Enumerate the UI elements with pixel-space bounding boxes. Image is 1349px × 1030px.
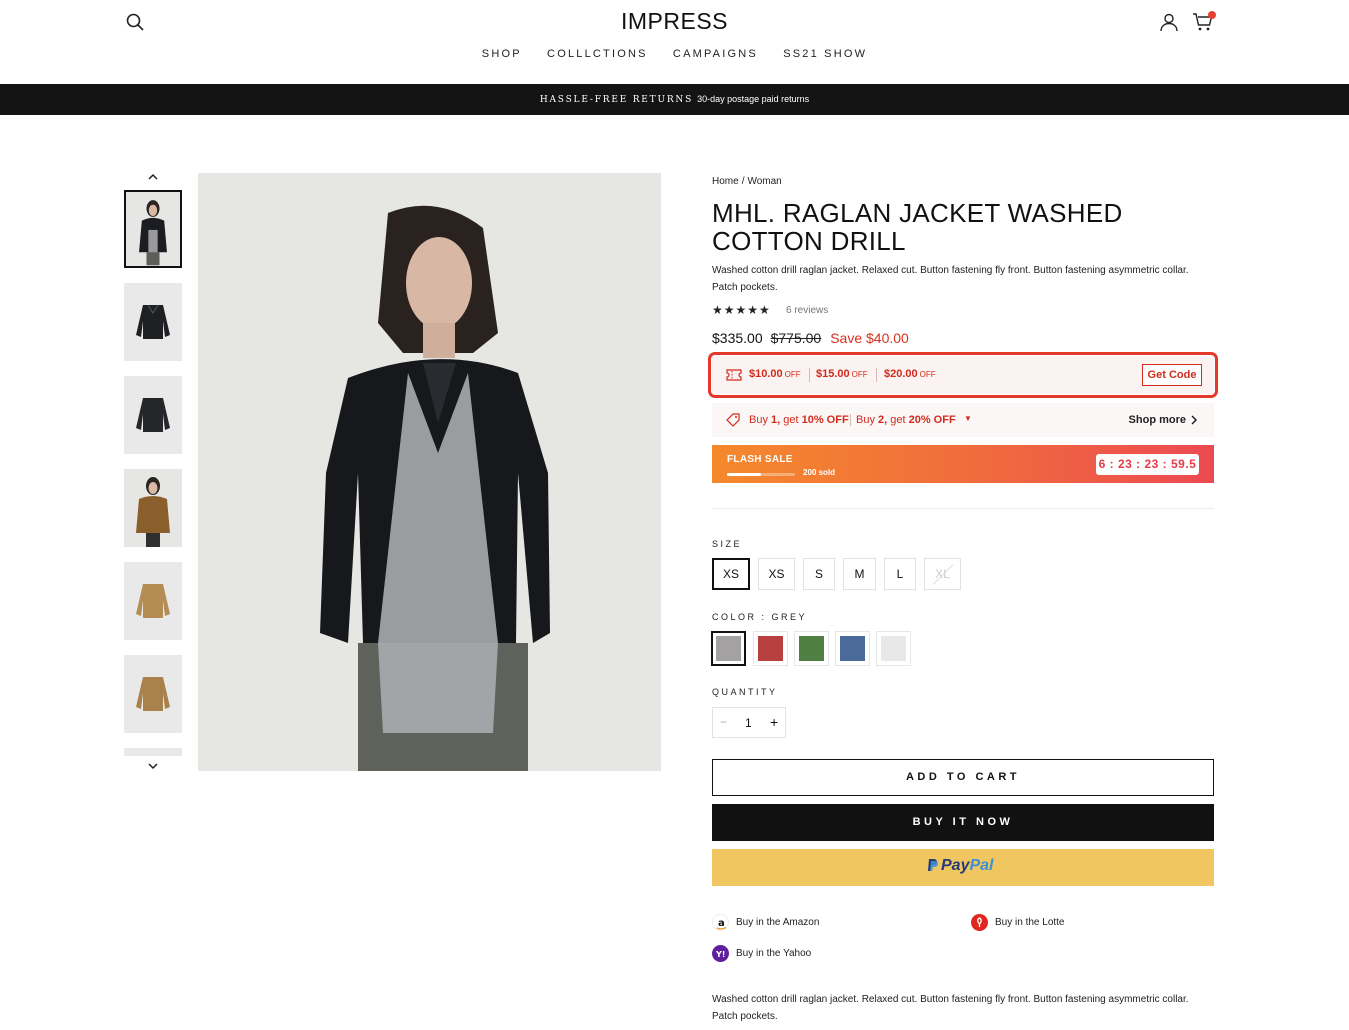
chevron-up-icon[interactable]	[146, 171, 160, 183]
compare-price: $775.00	[770, 330, 822, 346]
color-swatch-green[interactable]	[794, 631, 829, 666]
current-price: $335.00	[712, 330, 763, 346]
nav-shop[interactable]: SHOP	[482, 48, 522, 60]
announcement-text: 30-day postage paid returns	[697, 94, 810, 104]
announcement-bar: HASSLE-FREE RETURNS 30-day postage paid r…	[0, 84, 1349, 115]
breadcrumb: Home / Woman	[712, 176, 785, 187]
product-description: Washed cotton drill raglan jacket. Relax…	[712, 265, 1189, 293]
paypal-word-pal: Pal	[969, 857, 994, 874]
bundle-offer-bar: Buy 1, get 10% OFF Buy 2, get 20% OFF ▼ …	[712, 403, 1214, 437]
breadcrumb-separator: /	[741, 176, 745, 187]
bundle-offer-1-text: get	[780, 414, 802, 426]
caret-down-icon[interactable]: ▼	[964, 414, 972, 423]
main-nav: SHOP COLLLCTIONS CAMPAIGNS SS21 SHOW	[0, 48, 1349, 60]
quantity-increase-button[interactable]: +	[770, 714, 778, 730]
product-title: MHL. RAGLAN JACKET WASHED COTTON DRILL	[712, 198, 1123, 256]
nav-collections[interactable]: COLLLCTIONS	[547, 48, 648, 60]
color-label: COLOR : GREY	[712, 612, 808, 622]
paypal-button[interactable]: PayPal	[712, 849, 1214, 886]
color-swatch-fill	[716, 636, 741, 661]
quantity-label: QUANTITY	[712, 687, 778, 697]
nav-campaigns[interactable]: CAMPAIGNS	[673, 48, 758, 60]
bundle-offer-1[interactable]: Buy 1, get 10% OFF	[749, 414, 849, 426]
paypal-p-icon	[928, 859, 938, 871]
bundle-offer-1-discount: 10% OFF	[801, 414, 849, 426]
flash-sale-banner: FLASH SALE 200 sold 6 : 23 : 23 : 59.5	[712, 445, 1214, 483]
size-option-xl[interactable]: XL	[924, 558, 961, 590]
thumbnail-6[interactable]	[124, 655, 182, 733]
countdown-timer: 6 : 23 : 23 : 59.5	[1096, 454, 1199, 475]
bundle-offer-2-text: Buy	[856, 414, 879, 426]
quantity-stepper: − 1 +	[712, 707, 786, 738]
color-swatch-fill	[881, 636, 906, 661]
svg-text:Y!: Y!	[715, 950, 725, 959]
tag-icon	[726, 413, 740, 427]
add-to-cart-button[interactable]: ADD TO CART	[712, 759, 1214, 796]
flash-sale-progress	[727, 473, 795, 476]
bundle-separator	[850, 414, 851, 426]
bundle-offer-2-qty: 2,	[878, 414, 888, 426]
lotte-icon	[971, 914, 988, 931]
color-swatch-red[interactable]	[753, 631, 788, 666]
color-swatch-fill	[799, 636, 824, 661]
section-divider	[712, 508, 1214, 509]
main-product-image[interactable]	[198, 173, 661, 771]
thumbnail-2[interactable]	[124, 283, 182, 361]
flash-sale-label: FLASH SALE	[727, 454, 793, 465]
quantity-value[interactable]: 1	[745, 716, 752, 730]
chevron-down-icon[interactable]	[146, 760, 160, 772]
shop-more-link[interactable]: Shop more	[1129, 414, 1186, 426]
bundle-offer-1-qty: 1,	[771, 414, 781, 426]
site-header: IMPRESS SHOP COLLLCTIONS CAMPAIGNS SS21 …	[0, 0, 1349, 84]
color-swatch-blue[interactable]	[835, 631, 870, 666]
buy-it-now-button[interactable]: BUY IT NOW	[712, 804, 1214, 841]
flash-sale-progress-fill	[727, 473, 761, 476]
review-count[interactable]: 6 reviews	[786, 305, 828, 316]
svg-text:a: a	[718, 918, 725, 929]
color-swatch-grey[interactable]	[711, 631, 746, 666]
thumbnail-7[interactable]	[124, 748, 182, 756]
chevron-right-icon[interactable]	[1190, 414, 1198, 426]
color-swatch-fill	[758, 636, 783, 661]
thumbnail-4[interactable]	[124, 469, 182, 547]
bundle-offer-2-text: get	[887, 414, 909, 426]
size-option-s[interactable]: S	[803, 558, 835, 590]
thumbnail-1[interactable]	[124, 190, 182, 268]
rating-stars: ★★★★★	[712, 303, 771, 317]
paypal-word-pay: Pay	[941, 857, 970, 874]
product-description-full: Washed cotton drill raglan jacket. Relax…	[712, 994, 1189, 1022]
cart-badge	[1208, 11, 1216, 19]
save-amount: Save $40.00	[830, 330, 909, 346]
buy-in-amazon-text: Buy in the Amazon	[736, 917, 820, 928]
color-swatch-fill	[840, 636, 865, 661]
buy-in-yahoo-text: Buy in the Yahoo	[736, 948, 812, 959]
size-option-m[interactable]: M	[843, 558, 876, 590]
thumbnail-3[interactable]	[124, 376, 182, 454]
thumbnail-5[interactable]	[124, 562, 182, 640]
quantity-decrease-button[interactable]: −	[720, 715, 727, 729]
paypal-logo: PayPal	[927, 857, 993, 875]
color-swatch-white[interactable]	[876, 631, 911, 666]
size-label: SIZE	[712, 539, 743, 549]
amazon-icon: a	[712, 914, 729, 931]
breadcrumb-home[interactable]: Home	[712, 176, 739, 187]
size-option-xs[interactable]: XS	[712, 558, 750, 590]
breadcrumb-current[interactable]: Woman	[747, 176, 781, 187]
announcement-strong: HASSLE-FREE RETURNS	[539, 95, 694, 105]
nav-ss21-show[interactable]: SS21 SHOW	[783, 48, 867, 60]
bundle-offer-1-text: Buy	[749, 414, 772, 426]
size-option-xs-2[interactable]: XS	[758, 558, 795, 590]
size-option-l[interactable]: L	[884, 558, 916, 590]
flash-sale-sold: 200 sold	[803, 468, 836, 477]
buy-in-lotte-text: Buy in the Lotte	[995, 917, 1065, 928]
price-block: $335.00 $775.00 Save $40.00	[712, 330, 909, 346]
bundle-offer-2-discount: 20% OFF	[908, 414, 956, 426]
site-logo[interactable]: IMPRESS	[0, 8, 1349, 35]
coupon-highlight-outline	[708, 352, 1218, 398]
yahoo-icon: Y!	[712, 945, 729, 962]
bundle-offer-2[interactable]: Buy 2, get 20% OFF	[856, 414, 956, 426]
account-icon[interactable]	[1159, 12, 1179, 32]
